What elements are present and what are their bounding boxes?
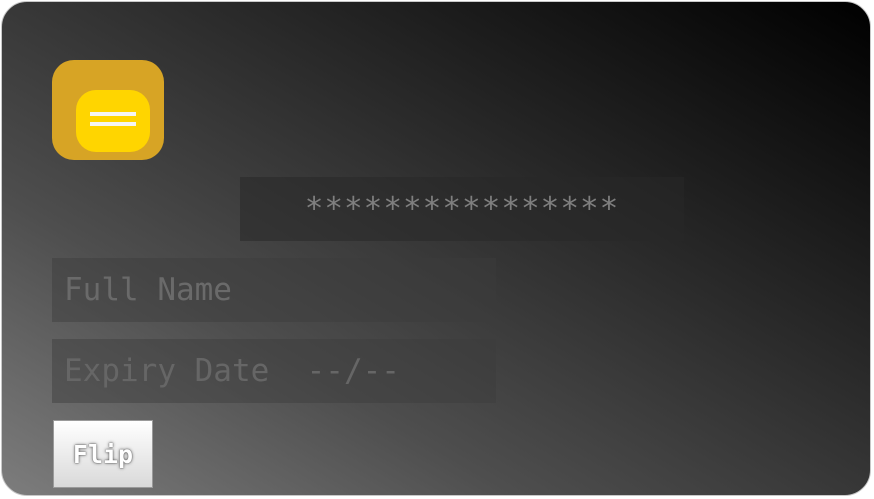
full-name-field[interactable]: Full Name (52, 258, 496, 322)
chip-lines-icon (90, 112, 136, 132)
chip-icon (52, 60, 164, 160)
expiry-date-field[interactable]: Expiry Date --/-- (52, 339, 496, 403)
chip-inner (76, 90, 150, 152)
credit-card: **************** Full Name Expiry Date -… (1, 1, 871, 496)
flip-button[interactable]: Flip (53, 420, 153, 488)
card-number-display[interactable]: **************** (240, 177, 684, 241)
